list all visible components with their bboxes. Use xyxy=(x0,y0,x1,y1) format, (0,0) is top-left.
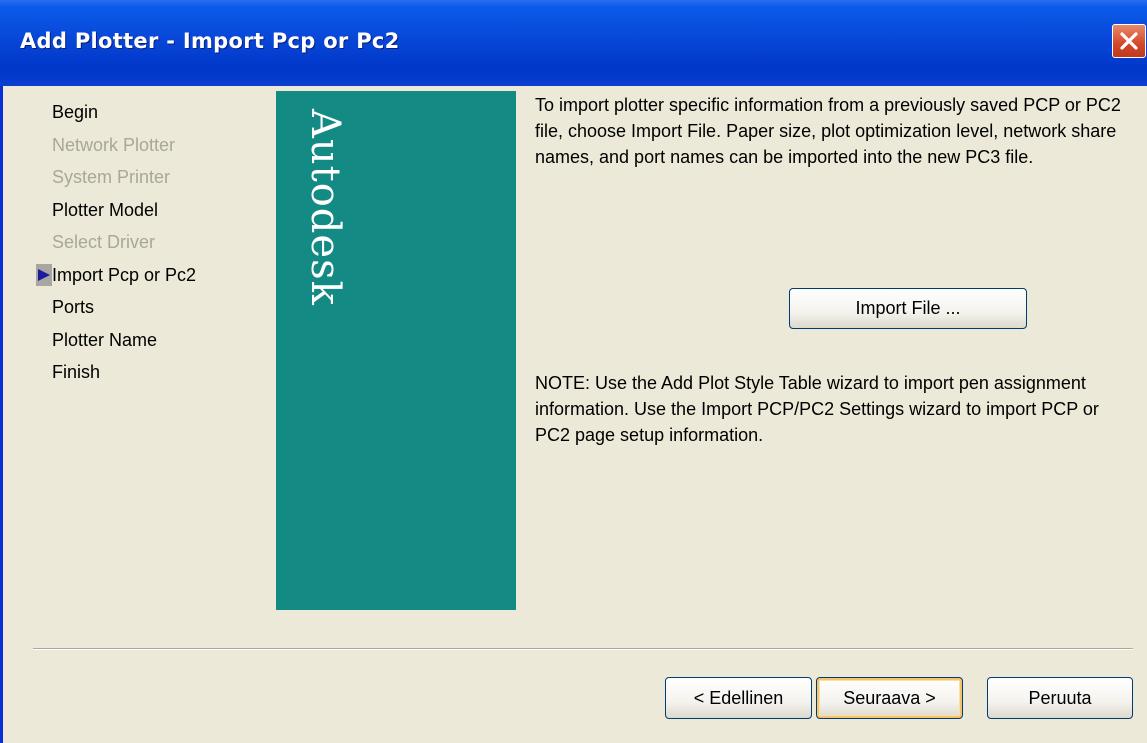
cancel-button[interactable]: Peruuta xyxy=(987,677,1133,719)
step-system-printer: System Printer xyxy=(36,161,196,194)
autodesk-banner: Autodesk xyxy=(276,91,516,610)
step-plotter-name: Plotter Name xyxy=(36,324,196,357)
step-label: Begin xyxy=(52,102,99,122)
intro-text: To import plotter specific information f… xyxy=(535,95,1121,167)
step-import-pcp-or-pc2: Import Pcp or Pc2 xyxy=(36,259,196,292)
title-bar[interactable]: Add Plotter - Import Pcp or Pc2 xyxy=(0,0,1147,86)
current-step-marker xyxy=(36,263,52,286)
step-label: Plotter Model xyxy=(52,199,159,220)
wizard-steps: Begin Network Plotter System Printer Plo… xyxy=(36,96,196,389)
step-label: Network Plotter xyxy=(52,134,176,155)
play-arrow-icon xyxy=(38,268,50,281)
step-label: System Printer xyxy=(52,167,171,187)
step-select-driver: Select Driver xyxy=(36,226,196,259)
window-title: Add Plotter - Import Pcp or Pc2 xyxy=(20,29,400,53)
add-plotter-dialog: Add Plotter - Import Pcp or Pc2 Begin Ne… xyxy=(0,0,1147,743)
note-text: NOTE: Use the Add Plot Style Table wizar… xyxy=(535,373,1099,445)
step-label: Select Driver xyxy=(52,232,156,252)
autodesk-logo: Autodesk xyxy=(302,109,348,306)
back-button[interactable]: < Edellinen xyxy=(665,677,812,719)
step-label: Finish xyxy=(52,362,101,382)
import-file-button[interactable]: Import File ... xyxy=(789,288,1027,329)
close-icon xyxy=(1120,32,1138,50)
step-label: Ports xyxy=(52,297,95,317)
step-label: Plotter Name xyxy=(52,329,158,350)
step-network-plotter: Network Plotter xyxy=(36,129,196,162)
step-label: Import Pcp or Pc2 xyxy=(52,264,197,285)
close-button[interactable] xyxy=(1112,24,1146,58)
step-begin: Begin xyxy=(36,96,196,129)
step-plotter-model: Plotter Model xyxy=(36,194,196,227)
step-finish: Finish xyxy=(36,356,196,389)
footer-divider xyxy=(33,648,1133,650)
step-ports: Ports xyxy=(36,291,196,324)
dialog-body: Begin Network Plotter System Printer Plo… xyxy=(3,86,1147,743)
next-button[interactable]: Seuraava > xyxy=(816,677,963,719)
